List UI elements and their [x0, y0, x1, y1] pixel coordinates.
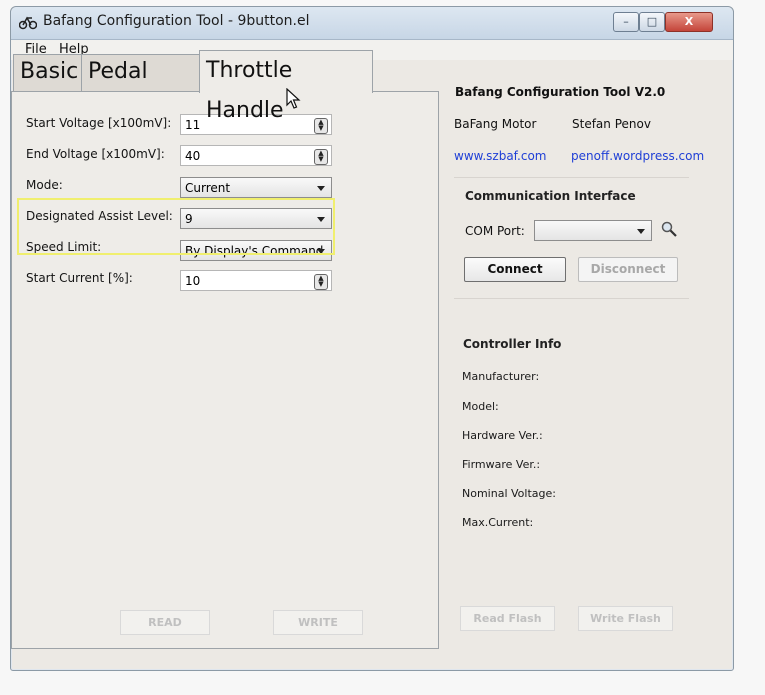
chevron-down-icon [317, 186, 325, 191]
nominal-voltage-label: Nominal Voltage: [462, 487, 556, 500]
firmware-version-label: Firmware Ver.: [462, 458, 541, 471]
controller-info-title: Controller Info [463, 337, 562, 351]
start-current-label: Start Current [%]: [26, 271, 133, 285]
vendor-link[interactable]: www.szbaf.com [454, 149, 546, 163]
start-current-input[interactable]: 10 ▲ ▼ [180, 270, 332, 291]
end-voltage-input[interactable]: 40 ▲ ▼ [180, 145, 332, 166]
model-label: Model: [462, 400, 499, 413]
end-voltage-value: 40 [185, 149, 201, 163]
com-port-select[interactable] [534, 220, 652, 241]
read-flash-button[interactable]: Read Flash [460, 606, 555, 631]
window-title: Bafang Configuration Tool - 9button.el [43, 13, 310, 29]
chevron-down-icon [637, 229, 645, 234]
throttle-settings-panel: Start Voltage [x100mV]: 11 ▲ ▼ End Voltag… [11, 91, 439, 649]
about-title: Bafang Configuration Tool V2.0 [455, 85, 666, 99]
search-icon[interactable] [660, 220, 678, 238]
write-flash-button[interactable]: Write Flash [578, 606, 673, 631]
minimize-button[interactable]: – [613, 12, 639, 32]
highlight-annotation [17, 198, 335, 255]
comm-interface-title: Communication Interface [465, 189, 636, 203]
spinner-icon[interactable]: ▲ ▼ [314, 118, 328, 134]
mode-select[interactable]: Current [180, 177, 332, 198]
start-voltage-value: 11 [185, 118, 201, 132]
com-port-label: COM Port: [465, 224, 525, 238]
author-name: Stefan Penov [572, 117, 651, 131]
spinner-icon[interactable]: ▲ ▼ [314, 149, 328, 165]
title-bar: Bafang Configuration Tool - 9button.el –… [11, 7, 733, 40]
tab-throttle-handle[interactable]: Throttle Handle [199, 50, 373, 123]
max-current-label: Max.Current: [462, 516, 534, 529]
manufacturer-label: Manufacturer: [462, 370, 540, 383]
maximize-button[interactable]: □ [639, 12, 665, 32]
vendor-name: BaFang Motor [454, 117, 537, 131]
disconnect-button[interactable]: Disconnect [578, 257, 678, 282]
read-button[interactable]: READ [120, 610, 210, 635]
start-current-value: 10 [185, 274, 201, 288]
write-button[interactable]: WRITE [273, 610, 363, 635]
end-voltage-label: End Voltage [x100mV]: [26, 147, 165, 161]
divider [454, 298, 689, 299]
divider [454, 177, 689, 178]
bike-icon [19, 16, 37, 30]
close-button[interactable]: X [665, 12, 713, 32]
mode-value: Current [185, 181, 231, 195]
mode-label: Mode: [26, 178, 63, 192]
spinner-icon[interactable]: ▲ ▼ [314, 274, 328, 290]
start-voltage-label: Start Voltage [x100mV]: [26, 116, 172, 130]
author-link[interactable]: penoff.wordpress.com [571, 149, 704, 163]
hardware-version-label: Hardware Ver.: [462, 429, 543, 442]
connect-button[interactable]: Connect [464, 257, 566, 282]
mouse-cursor-icon [286, 88, 301, 109]
tab-pedal-assist[interactable]: Pedal Assit [81, 54, 211, 118]
